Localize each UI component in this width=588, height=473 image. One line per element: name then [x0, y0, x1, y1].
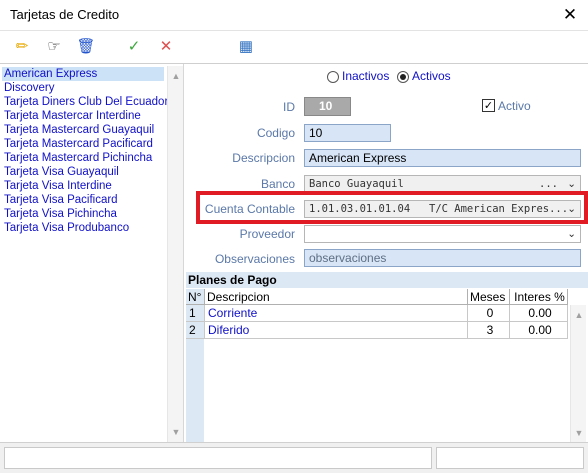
check-icon[interactable]: ✓ — [122, 36, 146, 58]
list-item[interactable]: Tarjeta Visa Interdine — [4, 179, 112, 193]
chevron-down-icon[interactable]: ⌄ — [567, 226, 576, 242]
scroll-up-icon[interactable]: ▲ — [571, 307, 587, 323]
codigo-field[interactable]: 10 — [304, 124, 391, 142]
descripcion-label: Descripcion — [232, 151, 295, 165]
scroll-up-icon[interactable]: ▲ — [168, 68, 184, 84]
chevron-down-icon[interactable]: ⌄ — [567, 176, 576, 192]
search-hand-icon[interactable]: ☞ — [42, 36, 66, 58]
activos-label[interactable]: Activos — [412, 69, 451, 83]
cancel-x-icon[interactable]: ✕ — [154, 36, 178, 58]
list-item[interactable]: Tarjeta Mastercard Pichincha — [4, 151, 152, 165]
id-label: ID — [283, 100, 295, 114]
highlight-box — [196, 191, 588, 224]
list-item[interactable]: Tarjeta Visa Produbanco — [4, 221, 129, 235]
list-item[interactable]: Tarjeta Mastercar Interdine — [4, 109, 141, 123]
inactivos-label[interactable]: Inactivos — [342, 69, 389, 83]
list-item[interactable]: American Express — [2, 67, 164, 81]
scroll-down-icon[interactable]: ▼ — [571, 425, 587, 441]
activo-label: Activo — [498, 99, 531, 113]
scroll-down-icon[interactable]: ▼ — [168, 424, 184, 440]
banco-label: Banco — [260, 177, 295, 191]
table-cell-interes[interactable]: 0.00 — [510, 305, 568, 322]
status-panel-right — [436, 447, 584, 469]
descripcion-field[interactable]: American Express — [304, 149, 581, 167]
codigo-label: Codigo — [256, 126, 295, 140]
status-panel-left — [4, 447, 432, 469]
observaciones-label: Observaciones — [214, 252, 295, 266]
activos-radio[interactable] — [397, 71, 409, 83]
list-item[interactable]: Tarjeta Mastercard Pacificard — [4, 137, 153, 151]
grid-scrollbar[interactable]: ▲ ▼ — [570, 305, 586, 442]
banco-ellipsis[interactable]: ... — [539, 176, 558, 192]
id-field: 10 — [304, 97, 351, 116]
table-cell-descripcion[interactable]: Diferido — [205, 322, 468, 339]
list-scrollbar[interactable]: ▲ ▼ — [167, 66, 183, 442]
proveedor-label: Proveedor — [239, 227, 295, 241]
inactivos-radio[interactable] — [327, 71, 339, 83]
col-header-interes[interactable]: Interes % — [510, 289, 568, 305]
window-title: Tarjetas de Credito — [10, 7, 120, 22]
table-cell-meses[interactable]: 3 — [468, 322, 510, 339]
grid-report-icon[interactable]: ▦ — [234, 36, 258, 58]
table-cell-interes[interactable]: 0.00 — [510, 322, 568, 339]
planes-title: Planes de Pago — [186, 272, 588, 288]
list-item[interactable]: Tarjeta Visa Pichincha — [4, 207, 117, 221]
banco-value: Banco Guayaquil — [309, 178, 404, 190]
list-item[interactable]: Tarjeta Visa Pacificard — [4, 193, 118, 207]
table-cell-descripcion[interactable]: Corriente — [205, 305, 468, 322]
list-item[interactable]: Tarjeta Diners Club Del Ecuador — [4, 95, 168, 109]
trash-icon[interactable]: 🗑 — [74, 36, 98, 58]
edit-pencil-icon[interactable]: ✏ — [10, 36, 34, 58]
close-button[interactable]: ✕ — [556, 3, 584, 27]
proveedor-combo[interactable]: ⌄ — [304, 225, 581, 243]
activo-checkbox[interactable]: ✓ — [482, 99, 495, 112]
row-number: 2 — [186, 322, 205, 339]
col-header-descripcion[interactable]: Descripcion — [205, 289, 468, 305]
row-number: 1 — [186, 305, 205, 322]
col-header-meses[interactable]: Meses — [468, 289, 510, 305]
col-header-n: N° — [186, 289, 205, 305]
list-item[interactable]: Discovery — [4, 81, 54, 95]
observaciones-field[interactable]: observaciones — [304, 249, 581, 267]
status-bar — [0, 442, 588, 473]
list-item[interactable]: Tarjeta Mastercard Guayaquil — [4, 123, 154, 137]
table-cell-meses[interactable]: 0 — [468, 305, 510, 322]
list-item[interactable]: Tarjeta Visa Guayaquil — [4, 165, 119, 179]
